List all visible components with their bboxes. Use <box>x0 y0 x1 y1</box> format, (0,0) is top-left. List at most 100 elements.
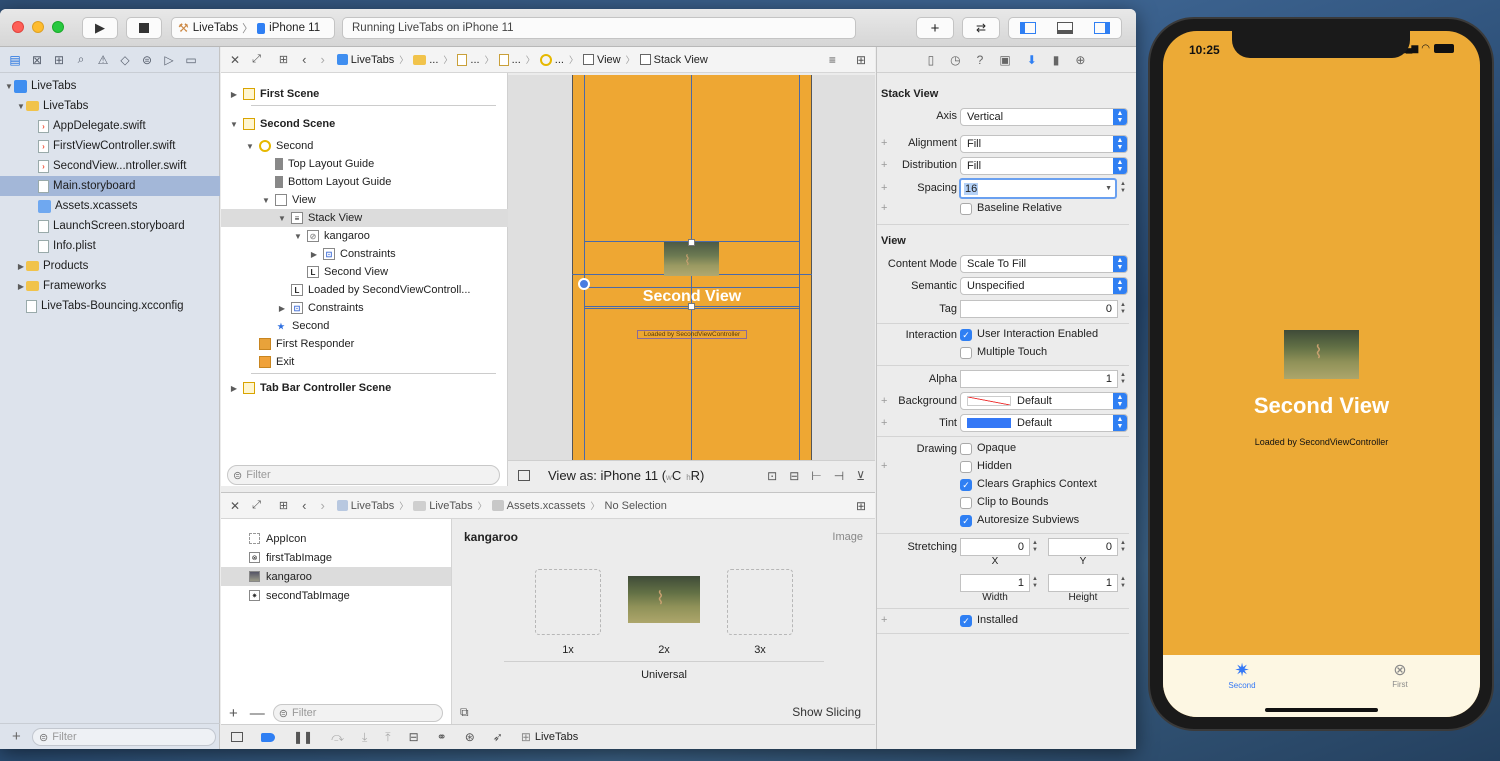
plus-icon[interactable]: + <box>881 614 887 626</box>
tab-second[interactable]: ✷ Second <box>1215 660 1269 690</box>
navigator-item[interactable]: › AppDelegate.swift <box>0 116 220 136</box>
stretch-x-field[interactable]: 0 <box>960 538 1030 556</box>
slot-3x[interactable] <box>727 569 793 635</box>
embed-icon[interactable]: ⊻ <box>856 469 865 483</box>
library-button[interactable]: + <box>916 17 954 39</box>
slot-1x[interactable] <box>535 569 601 635</box>
background-popup[interactable]: Default ▲ ▼ <box>960 392 1128 410</box>
navigator-item[interactable]: ▼ LiveTabs <box>0 76 220 96</box>
environment-icon[interactable]: ⊛ <box>465 730 475 744</box>
connections-icon[interactable]: ⊕ <box>1075 53 1085 67</box>
breadcrumb-item[interactable]: Stack View <box>639 54 708 66</box>
navigator-item[interactable]: LaunchScreen.storyboard <box>0 216 220 236</box>
stretch-height-field[interactable]: 1 <box>1048 574 1118 592</box>
hide-debug-icon[interactable] <box>231 732 243 742</box>
asset-item[interactable]: kangaroo <box>221 567 451 586</box>
view-debug-icon[interactable]: ⊟ <box>409 730 419 744</box>
breadcrumb-item[interactable]: ... <box>457 53 480 66</box>
navigator-item[interactable]: Info.plist <box>0 236 220 256</box>
remove-asset-icon[interactable]: — <box>250 705 265 722</box>
disclosure-icon[interactable]: ▼ <box>4 82 14 91</box>
report-icon[interactable]: ▭ <box>180 50 202 70</box>
alignment-popup[interactable]: Fill ▲ ▼ <box>960 135 1128 153</box>
outline-item[interactable]: ▶ First Scene <box>221 85 508 103</box>
outline-item[interactable]: Top Layout Guide <box>221 155 508 173</box>
outline-item[interactable]: ▼ ≡ Stack View <box>221 209 508 227</box>
outline-item[interactable]: Bottom Layout Guide <box>221 173 508 191</box>
left-panel-icon[interactable] <box>1019 22 1036 34</box>
stretch-y-stepper[interactable]: ▲ ▼ <box>1118 538 1128 556</box>
axis-popup[interactable]: Vertical ▲ ▼ <box>960 108 1128 126</box>
expand-icon[interactable]: ⤢ <box>252 53 261 66</box>
size-icon[interactable]: ▮ <box>1053 53 1060 67</box>
navigator-item[interactable]: ▼ LiveTabs <box>0 96 220 116</box>
constraint-handle[interactable] <box>578 278 590 290</box>
tab-first[interactable]: ⊗ First <box>1373 660 1427 689</box>
spacing-stepper[interactable]: ▲ ▼ <box>1118 179 1128 197</box>
outline-item[interactable]: ▼ Second Scene <box>221 115 508 133</box>
asset-item[interactable]: ✷ secondTabImage <box>221 586 451 605</box>
outline-item[interactable]: ▶ ⊡ Constraints <box>221 299 508 317</box>
breadcrumb-item[interactable]: LiveTabs <box>336 54 394 66</box>
attributes-icon[interactable]: ⧉ <box>460 705 469 720</box>
tag-stepper[interactable]: ▲ ▼ <box>1118 300 1128 318</box>
stretch-y-field[interactable]: 0 <box>1048 538 1118 556</box>
installed-checkbox[interactable]: ✓ <box>960 615 972 627</box>
expand-icon[interactable]: ⤢ <box>252 499 261 512</box>
clears-context-checkbox[interactable]: ✓ <box>960 479 972 491</box>
align-icon[interactable]: ⊟ <box>789 469 799 483</box>
outline-item[interactable]: L Second View <box>221 263 508 281</box>
navigator-item[interactable]: ▶ Frameworks <box>0 276 220 296</box>
step-in-icon[interactable]: ⤓ <box>362 730 367 745</box>
canvas-loaded-label[interactable]: Loaded by SecondViewController <box>637 330 747 339</box>
memory-graph-icon[interactable]: ⚭ <box>437 730 447 744</box>
plus-icon[interactable]: + <box>881 202 887 214</box>
disclosure-icon[interactable]: ▶ <box>16 262 26 271</box>
breadcrumb-item[interactable]: LiveTabs <box>413 500 473 512</box>
disclosure-icon[interactable]: ▶ <box>229 384 239 393</box>
semantic-popup[interactable]: Unspecified ▲ ▼ <box>960 277 1128 295</box>
outline-filter[interactable]: ⊜ Filter <box>227 465 500 485</box>
outline-item[interactable]: First Responder <box>221 335 508 353</box>
tag-field[interactable]: 0 <box>960 300 1118 318</box>
right-panel-icon[interactable] <box>1094 22 1111 34</box>
outline-item[interactable]: ▶ Tab Bar Controller Scene <box>221 379 508 397</box>
zoom-window-button[interactable] <box>52 21 64 33</box>
tint-popup[interactable]: Default ▲ ▼ <box>960 414 1128 432</box>
help-icon[interactable]: ? <box>977 53 984 67</box>
asset-item[interactable]: AppIcon <box>221 529 451 548</box>
step-out-icon[interactable]: ⤒ <box>385 730 390 745</box>
breadcrumb-item[interactable]: LiveTabs <box>336 500 394 512</box>
code-review-button[interactable]: ⇄ <box>962 17 1000 39</box>
breakpoint-icon[interactable]: ▷ <box>158 50 180 70</box>
outline-item[interactable]: ▼ Second <box>221 137 508 155</box>
user-interaction-checkbox[interactable]: ✓ <box>960 329 972 341</box>
file-inspector-icon[interactable]: ▯ <box>928 53 935 67</box>
add-editor-icon[interactable]: ⊞ <box>856 53 866 67</box>
run-button[interactable]: ▶ <box>82 17 118 39</box>
dropdown-arrow-icon[interactable]: ▼ <box>1105 185 1112 192</box>
resolve-icon[interactable]: ⊣ <box>834 469 844 483</box>
navigator-filter[interactable]: ⊜ Filter <box>32 728 216 746</box>
outline-toggle-icon[interactable] <box>518 470 530 481</box>
stop-button[interactable] <box>126 17 162 39</box>
multiple-touch-checkbox[interactable] <box>960 347 972 359</box>
target-label[interactable]: LiveTabs <box>535 731 578 743</box>
hidden-checkbox[interactable] <box>960 461 972 473</box>
disclosure-icon[interactable]: ▶ <box>309 250 319 259</box>
disclosure-icon[interactable]: ▼ <box>261 196 271 205</box>
disclosure-icon[interactable]: ▼ <box>293 232 303 241</box>
identity-icon[interactable]: ▣ <box>999 53 1010 67</box>
kangaroo-image[interactable]: ⌇ <box>664 242 719 276</box>
history-icon[interactable]: ◷ <box>950 53 960 67</box>
disclosure-icon[interactable]: ▼ <box>229 120 239 129</box>
autoresize-checkbox[interactable]: ✓ <box>960 515 972 527</box>
disclosure-icon[interactable]: ▼ <box>16 102 26 111</box>
storyboard-canvas[interactable]: ⌇ Second View Loaded by SecondViewContro… <box>508 75 875 460</box>
add-icon[interactable]: + <box>12 728 21 745</box>
step-over-icon[interactable]: ⤼ <box>331 730 344 745</box>
asset-filter[interactable]: ⊜ Filter <box>272 704 443 722</box>
pause-icon[interactable]: ❚❚ <box>293 730 313 744</box>
breadcrumb-item[interactable]: Assets.xcassets <box>491 500 586 512</box>
navigator-item[interactable]: LiveTabs-Bouncing.xcconfig <box>0 296 220 316</box>
